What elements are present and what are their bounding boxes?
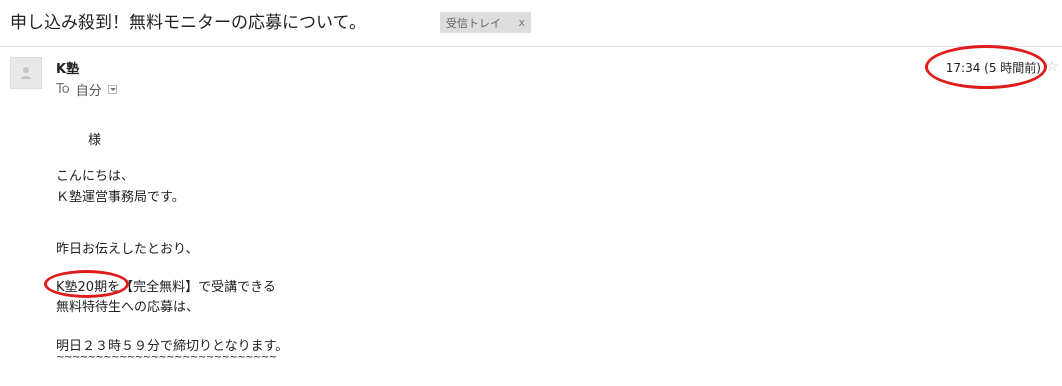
free-course-text: 【完全無料】で受講できる [120, 280, 276, 295]
person-icon [20, 67, 32, 79]
sender-avatar[interactable] [10, 57, 42, 89]
body-line-2: K塾20期を【完全無料】で受講できる [56, 276, 276, 295]
tilde-separator: ~~~~~~~~~~~~~~~~~~~~~~~~~~~~ [56, 352, 277, 363]
to-prefix: To [56, 82, 70, 97]
recipient-value: 自分 [75, 84, 102, 99]
greeting-line-1: こんにちは、 [56, 169, 135, 184]
details-dropdown-icon[interactable] [107, 85, 117, 94]
remove-label-button[interactable]: x [518, 16, 525, 29]
email-timestamp: 17:34 (5 時間前) [945, 61, 1041, 75]
body-line-3: 無料特待生への応募は、 [56, 300, 200, 315]
greeting-line-2: Ｋ塾運営事務局です。 [56, 190, 185, 205]
course-highlight-text: K塾20期を [56, 280, 121, 295]
sender-name[interactable]: K塾 [56, 58, 79, 77]
salutation: 様 [88, 133, 102, 148]
inbox-label-chip[interactable]: 受信トレイ x [440, 12, 531, 33]
recipient-line: To 自分 [56, 80, 117, 99]
header-divider [0, 46, 1062, 47]
inbox-label-text: 受信トレイ [446, 16, 501, 30]
star-icon[interactable]: ☆ [1046, 57, 1059, 75]
body-line-1: 昨日お伝えしたとおり、 [56, 242, 199, 257]
email-subject: 申し込み殺到！無料モニターの応募について。 [10, 13, 366, 33]
